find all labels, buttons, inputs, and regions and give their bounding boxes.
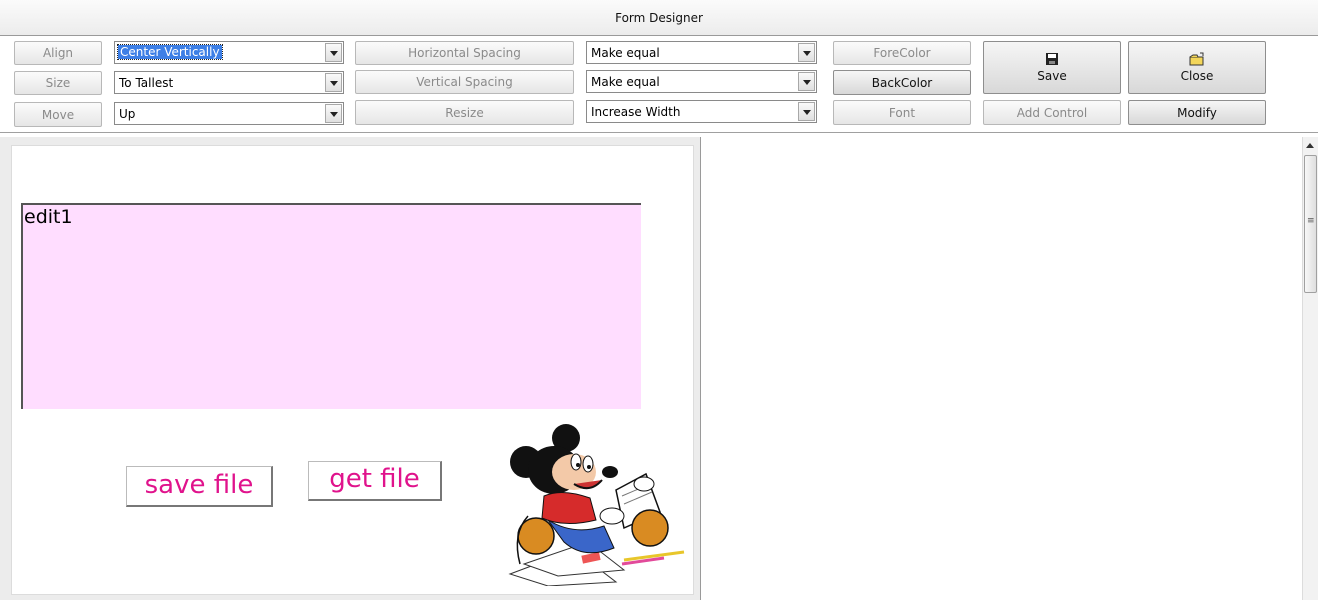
size-combo[interactable]: To Tallest	[114, 71, 344, 94]
size-combo-value: To Tallest	[119, 76, 174, 90]
chevron-down-icon[interactable]	[325, 73, 342, 92]
window-title: Form Designer	[615, 11, 703, 25]
edit1-control[interactable]: edit1	[21, 203, 641, 409]
font-button[interactable]: Font	[833, 100, 971, 125]
horizontal-spacing-button[interactable]: Horizontal Spacing	[355, 41, 574, 65]
close-button[interactable]: Close	[1128, 41, 1266, 94]
modify-button[interactable]: Modify	[1128, 100, 1266, 125]
align-button[interactable]: Align	[14, 41, 102, 65]
move-combo[interactable]: Up	[114, 102, 344, 125]
save-file-button[interactable]: save file	[126, 466, 273, 507]
scrollbar-thumb[interactable]	[1304, 155, 1317, 293]
resize-combo-value: Increase Width	[591, 105, 681, 119]
resize-button[interactable]: Resize	[355, 100, 574, 125]
chevron-down-icon[interactable]	[798, 102, 815, 121]
floppy-disk-icon	[1046, 53, 1058, 65]
title-bar: Form Designer	[0, 0, 1318, 36]
size-button[interactable]: Size	[14, 71, 102, 95]
folder-open-icon	[1189, 52, 1204, 66]
chevron-down-icon[interactable]	[325, 43, 342, 62]
close-button-label: Close	[1180, 69, 1214, 83]
save-button[interactable]: Save	[983, 41, 1121, 94]
add-control-button[interactable]: Add Control	[983, 100, 1121, 125]
forecolor-button[interactable]: ForeColor	[833, 41, 971, 65]
chevron-up-icon[interactable]	[1306, 143, 1314, 148]
save-button-label: Save	[1037, 69, 1067, 83]
vspacing-combo-value: Make equal	[591, 75, 660, 89]
vertical-scrollbar[interactable]	[1302, 137, 1318, 600]
chevron-down-icon[interactable]	[325, 104, 342, 123]
chevron-down-icon[interactable]	[798, 43, 815, 62]
design-pane: edit1 save file get file	[0, 137, 701, 600]
form-canvas[interactable]: edit1 save file get file	[11, 145, 694, 595]
designer-toolbar: Align Size Move Center Vertically To Tal…	[0, 37, 1318, 133]
align-combo-value: Center Vertically	[117, 44, 223, 60]
hspacing-combo[interactable]: Make equal	[586, 41, 817, 64]
move-combo-value: Up	[119, 107, 136, 121]
mickey-mouse-image[interactable]	[504, 424, 688, 586]
get-file-button[interactable]: get file	[308, 461, 442, 501]
resize-combo[interactable]: Increase Width	[586, 100, 817, 123]
hspacing-combo-value: Make equal	[591, 46, 660, 60]
properties-pane	[702, 137, 1302, 600]
move-button[interactable]: Move	[14, 102, 102, 127]
backcolor-button[interactable]: BackColor	[833, 70, 971, 95]
vertical-spacing-button[interactable]: Vertical Spacing	[355, 70, 574, 94]
chevron-down-icon[interactable]	[798, 72, 815, 91]
align-combo[interactable]: Center Vertically	[114, 41, 344, 64]
vspacing-combo[interactable]: Make equal	[586, 70, 817, 93]
